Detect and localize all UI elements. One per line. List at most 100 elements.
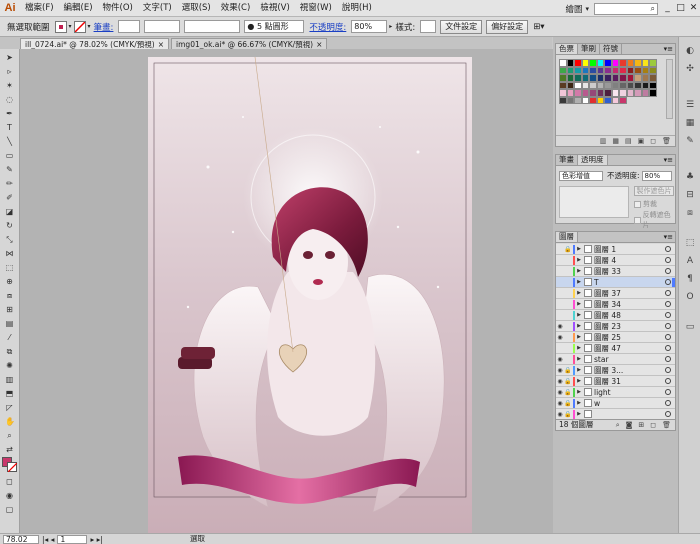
color-panel-icon[interactable]: ◐ — [684, 45, 696, 57]
zoom-tool-icon[interactable]: ⌕ — [5, 431, 14, 440]
layer-row[interactable]: 🔒 ▶ 圖層 1 — [556, 244, 675, 255]
panel-menu-icon[interactable]: ▾≡ — [662, 155, 675, 165]
menu-item-5[interactable]: 效果(C) — [216, 0, 256, 17]
invert-mask-checkbox[interactable]: 反轉遮色片 — [634, 210, 675, 230]
layer-row[interactable]: ▶ 圖層 33 — [556, 266, 675, 277]
expand-triangle-icon[interactable]: ▶ — [576, 323, 582, 329]
color-swatch[interactable] — [559, 66, 567, 74]
target-circle-icon[interactable] — [665, 257, 671, 263]
lock-icon[interactable]: 🔒 — [564, 389, 572, 396]
color-swatch[interactable] — [641, 59, 649, 67]
layer-row[interactable]: ◉ ▶ star — [556, 354, 675, 365]
color-swatch[interactable] — [634, 81, 642, 89]
color-swatch[interactable] — [574, 74, 582, 82]
brushes-icon[interactable]: ✎ — [684, 135, 696, 147]
transform-panel-icon[interactable]: ⬚ — [684, 237, 696, 249]
lasso-tool-icon[interactable]: ◌ — [5, 95, 14, 104]
color-swatch[interactable] — [589, 96, 597, 104]
color-swatch[interactable] — [634, 74, 642, 82]
blob-brush-tool-icon[interactable]: ✐ — [5, 193, 14, 202]
color-swatch[interactable] — [604, 66, 612, 74]
target-circle-icon[interactable] — [665, 400, 671, 406]
color-swatch[interactable] — [626, 59, 634, 67]
stroke-link[interactable]: 筆畫: — [94, 21, 114, 33]
line-tool-icon[interactable]: ╲ — [5, 137, 14, 146]
new-color-group-icon[interactable]: ▣ — [638, 137, 645, 145]
color-swatch[interactable] — [641, 66, 649, 74]
target-circle-icon[interactable] — [665, 279, 671, 285]
chevron-down-icon[interactable]: ▾ — [88, 23, 91, 30]
preferences-button[interactable]: 偏好設定 — [486, 19, 529, 34]
shape-builder-tool-icon[interactable]: ⊕ — [5, 277, 14, 286]
visibility-eye-icon[interactable]: ◉ — [556, 411, 564, 418]
menu-item-2[interactable]: 物件(O) — [98, 0, 138, 17]
color-swatch[interactable] — [581, 74, 589, 82]
artboard-select[interactable]: 1 — [57, 534, 88, 544]
lock-icon[interactable]: 🔒 — [564, 246, 572, 253]
color-swatch[interactable] — [566, 81, 574, 89]
color-swatch[interactable] — [611, 81, 619, 89]
menu-item-4[interactable]: 選取(S) — [177, 0, 216, 17]
tab-transparency[interactable]: 透明度 — [578, 155, 608, 165]
target-circle-icon[interactable] — [665, 290, 671, 296]
lock-icon[interactable]: 🔒 — [564, 367, 572, 374]
expand-triangle-icon[interactable]: ▶ — [576, 400, 582, 406]
expand-triangle-icon[interactable]: ▶ — [576, 268, 582, 274]
clipping-mask-icon[interactable]: ◙ — [626, 420, 633, 430]
variable-width-select[interactable] — [144, 20, 181, 33]
delete-swatch-icon[interactable]: 🗑 — [662, 137, 671, 145]
color-swatch[interactable] — [581, 89, 589, 97]
layer-row[interactable]: ◉ 🔒 ▶ w — [556, 398, 675, 409]
screen-mode-icon[interactable]: ▢ — [5, 505, 14, 514]
color-swatch[interactable] — [619, 81, 627, 89]
character-panel-icon[interactable]: A — [684, 255, 696, 267]
rectangle-tool-icon[interactable]: ▭ — [5, 151, 14, 160]
show-kinds-icon[interactable]: ▦ — [612, 137, 619, 145]
color-swatch[interactable] — [619, 66, 627, 74]
color-swatch[interactable] — [596, 66, 604, 74]
color-swatch[interactable] — [581, 59, 589, 67]
layer-row[interactable]: ▶ 圖層 47 — [556, 343, 675, 354]
opacity-input[interactable]: 80% — [641, 170, 672, 181]
target-circle-icon[interactable] — [665, 312, 671, 318]
visibility-eye-icon[interactable]: ◉ — [556, 356, 564, 363]
expand-triangle-icon[interactable]: ▶ — [576, 301, 582, 307]
canvas-area[interactable] — [20, 49, 553, 533]
next-artboard-icon[interactable]: ▸ ▸| — [90, 535, 102, 544]
clip-checkbox[interactable]: 剪裁 — [634, 199, 657, 209]
layer-row[interactable]: ▶ 圖層 4 — [556, 255, 675, 266]
perspective-grid-tool-icon[interactable]: ⧈ — [5, 291, 14, 300]
layer-row[interactable]: ▶ 圖層 37 — [556, 288, 675, 299]
layer-row[interactable]: ◉ 🔒 ▶ 圖層 3... — [556, 365, 675, 376]
blend-tool-icon[interactable]: ⧉ — [5, 347, 14, 356]
color-swatch[interactable] — [596, 59, 604, 67]
color-swatch[interactable] — [566, 59, 574, 67]
color-swatch[interactable] — [634, 66, 642, 74]
panel-menu-icon[interactable]: ▾≡ — [662, 232, 675, 242]
color-swatch[interactable] — [604, 89, 612, 97]
color-swatch[interactable] — [626, 66, 634, 74]
menu-item-1[interactable]: 編輯(E) — [59, 0, 98, 17]
document-setup-button[interactable]: 文件設定 — [440, 19, 483, 34]
eyedropper-tool-icon[interactable]: ⁄ — [5, 333, 14, 342]
color-swatch[interactable] — [641, 89, 649, 97]
gradient-tool-icon[interactable]: ▤ — [5, 319, 14, 328]
color-swatch[interactable] — [641, 74, 649, 82]
color-swatch[interactable] — [604, 96, 612, 104]
first-artboard-icon[interactable]: |◂ ◂ — [42, 535, 54, 544]
color-swatch[interactable] — [581, 66, 589, 74]
color-swatch[interactable] — [574, 89, 582, 97]
expand-triangle-icon[interactable]: ▶ — [576, 378, 582, 384]
artboard-tool-icon[interactable]: ⬒ — [5, 389, 14, 398]
lock-icon[interactable]: 🔒 — [564, 378, 572, 385]
color-swatch[interactable] — [634, 89, 642, 97]
arrange-documents-icon[interactable]: ⊞▾ — [533, 22, 544, 32]
color-swatch[interactable] — [649, 74, 657, 82]
color-swatch[interactable] — [611, 59, 619, 67]
tab-layers[interactable]: 圖層 — [556, 232, 578, 242]
hand-tool-icon[interactable]: ✋ — [5, 417, 15, 426]
visibility-eye-icon[interactable]: ◉ — [556, 367, 564, 374]
tab-brushes[interactable]: 筆刷 — [578, 44, 600, 54]
locate-object-icon[interactable]: ⌕ — [616, 420, 620, 430]
tab-swatches[interactable]: 色票 — [556, 44, 578, 54]
